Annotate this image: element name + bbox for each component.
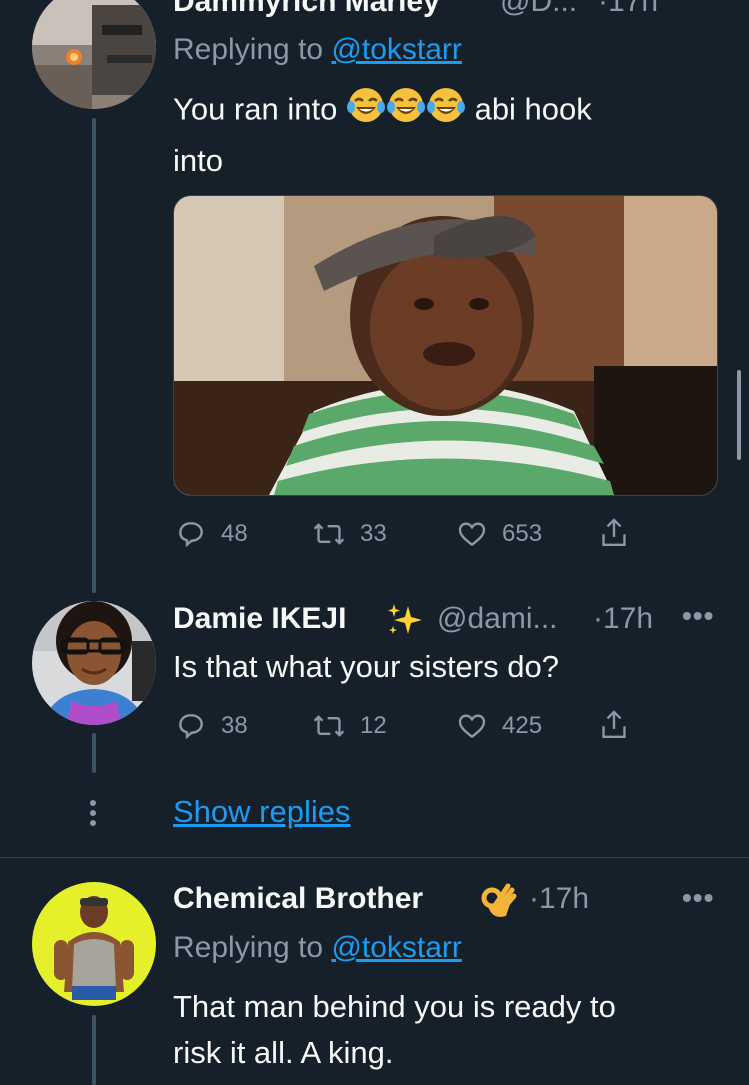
face-with-tears-of-joy-icon <box>386 85 426 138</box>
share-icon <box>602 710 626 738</box>
author-handle[interactable]: @dami... <box>437 602 557 636</box>
share-button[interactable] <box>598 708 630 742</box>
face-with-tears-of-joy-icon <box>346 85 386 138</box>
reply-count: 38 <box>221 712 248 739</box>
reply-button[interactable]: 38 <box>175 710 248 742</box>
sparkles-icon <box>384 600 424 645</box>
author-handle[interactable]: @D... <box>500 0 577 19</box>
tweet-text: You ran into abi hook into <box>173 85 713 184</box>
heart-icon <box>458 522 486 547</box>
tweet-text: That man behind you is ready to risk it … <box>173 984 733 1076</box>
face-with-tears-of-joy-icon <box>426 85 466 138</box>
tweet-text-line2: risk it all. A king. <box>173 1035 394 1070</box>
retweet-count: 12 <box>360 712 387 739</box>
like-button[interactable]: 425 <box>456 710 542 742</box>
reply-icon <box>179 714 203 740</box>
retweet-icon <box>313 715 345 737</box>
retweet-icon <box>313 523 345 545</box>
like-count: 425 <box>502 712 543 739</box>
replying-prefix: Replying to <box>173 931 324 964</box>
replying-to: Replying to @tokstarr <box>173 931 462 965</box>
retweet-count: 33 <box>360 520 387 547</box>
timestamp[interactable]: ·17h <box>529 882 589 916</box>
heart-icon <box>458 714 486 739</box>
replying-prefix: Replying to <box>173 33 324 66</box>
author-name[interactable]: Damie IKEJI <box>173 602 346 636</box>
divider <box>0 857 749 858</box>
avatar[interactable] <box>32 601 156 725</box>
tweet-media-image[interactable] <box>173 195 718 496</box>
retweet-button[interactable]: 33 <box>312 518 387 550</box>
scrollbar-thumb[interactable] <box>737 370 741 460</box>
tweet-text-line1: That man behind you is ready to <box>173 989 616 1024</box>
tweet-text-start: You ran into <box>173 91 338 127</box>
show-replies-link[interactable]: Show replies <box>173 794 350 830</box>
reply-count: 48 <box>221 520 248 547</box>
like-count: 653 <box>502 520 543 547</box>
reply-icon <box>179 522 203 548</box>
more-options-icon[interactable]: ••• <box>682 882 714 914</box>
more-options-icon[interactable]: ••• <box>682 600 714 632</box>
ok-hand-icon <box>478 880 518 927</box>
thread-line <box>92 733 96 773</box>
replying-handle-link[interactable]: @tokstarr <box>331 33 461 66</box>
author-name[interactable]: Dammyrich Marley <box>173 0 440 19</box>
replying-handle-link[interactable]: @tokstarr <box>331 931 461 964</box>
tweet-text: Is that what your sisters do? <box>173 649 559 684</box>
thread-dots-icon <box>90 800 98 826</box>
retweet-button[interactable]: 12 <box>312 710 387 742</box>
author-name[interactable]: Chemical Brother <box>173 882 423 916</box>
thread-line <box>92 118 96 593</box>
reply-button[interactable]: 48 <box>175 518 248 550</box>
avatar[interactable] <box>32 0 156 109</box>
replying-to: Replying to @tokstarr <box>173 33 462 67</box>
timestamp[interactable]: ·17h <box>598 0 658 19</box>
share-button[interactable] <box>598 516 630 550</box>
thread-line <box>92 1015 96 1085</box>
timestamp[interactable]: ·17h <box>593 602 653 636</box>
avatar[interactable] <box>32 882 156 1006</box>
more-options-icon[interactable]: ••• <box>682 0 714 10</box>
like-button[interactable]: 653 <box>456 518 542 550</box>
tweet-text-line2: into <box>173 143 223 178</box>
tweet-text-end: abi hook <box>474 91 592 127</box>
share-icon <box>602 518 626 546</box>
